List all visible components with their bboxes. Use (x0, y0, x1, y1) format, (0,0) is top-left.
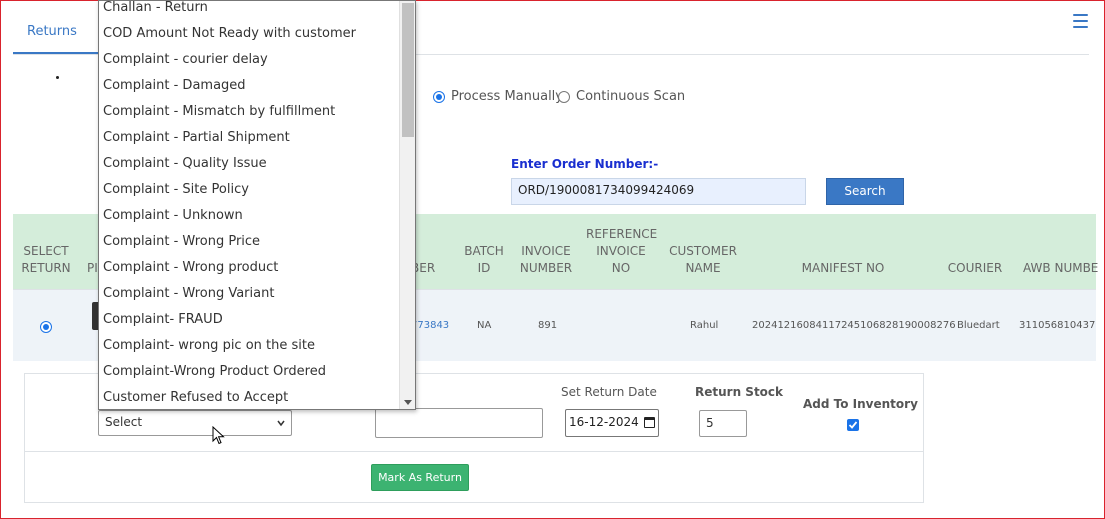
radio-unselected-icon[interactable] (558, 90, 570, 103)
dropdown-option[interactable]: Complaint - Site Policy (99, 177, 399, 203)
dropdown-option[interactable]: Complaint- FRAUD (99, 307, 399, 333)
th-batch-id: BATCH ID (464, 244, 504, 275)
radio-continuous-scan[interactable]: Continuous Scan (558, 89, 685, 104)
dropdown-option[interactable]: Complaint - Wrong Variant (99, 281, 399, 307)
td-invoice-number: 891 (538, 320, 558, 331)
radio-selected-icon[interactable] (433, 90, 445, 103)
dropdown-option[interactable]: Challan - Return (99, 1, 399, 21)
mouse-cursor-icon (212, 426, 225, 445)
chevron-down-icon (277, 420, 285, 427)
dropdown-options: Challan - Return COD Amount Not Ready wi… (99, 1, 399, 409)
td-courier: Bluedart (957, 320, 1000, 331)
td-number[interactable]: 773843 (411, 320, 449, 331)
return-reason-dropdown[interactable]: Challan - Return COD Amount Not Ready wi… (98, 0, 416, 410)
scroll-down-arrow-icon[interactable] (404, 400, 412, 405)
dropdown-option[interactable]: Complaint- wrong pic on the site (99, 333, 399, 359)
return-stock-input[interactable]: 5 (699, 410, 747, 437)
th-reference-invoice-no: REFERENCE INVOICE NO (586, 227, 658, 275)
dot-marker (56, 76, 59, 79)
dropdown-option[interactable]: Complaint - courier delay (99, 47, 399, 73)
scrollbar-thumb[interactable] (402, 3, 414, 137)
th-courier: COURIER (947, 261, 1003, 275)
search-button[interactable]: Search (826, 178, 904, 205)
select-value: Select (105, 415, 143, 429)
order-number-input[interactable]: ORD/1900081734099424069 (511, 178, 806, 205)
checkmark-icon (848, 421, 858, 429)
dropdown-option[interactable]: Complaint - Damaged (99, 73, 399, 99)
return-reason-select[interactable]: Select (98, 410, 292, 436)
dropdown-scrollbar[interactable] (399, 1, 415, 409)
panel-divider (24, 451, 924, 452)
th-select-return: SELECT RETURN (21, 244, 71, 275)
radio-label: Process Manually (451, 89, 563, 104)
th-manifest-no: MANIFEST NO (801, 261, 885, 275)
th-customer-name: CUSTOMER NAME (669, 244, 737, 275)
dropdown-option[interactable]: Complaint-Wrong Product Ordered (99, 359, 399, 385)
dropdown-option[interactable]: COD Amount Not Ready with customer (99, 21, 399, 47)
remarks-textarea[interactable] (375, 408, 543, 438)
dropdown-option[interactable]: Complaint - Quality Issue (99, 151, 399, 177)
radio-process-manually[interactable]: Process Manually (433, 89, 563, 104)
td-awb-number: 31105681043775 (1019, 320, 1096, 331)
td-customer-name: Rahul (690, 320, 719, 331)
return-stock-label: Return Stock (695, 385, 784, 399)
dropdown-option[interactable]: Complaint - Wrong Price (99, 229, 399, 255)
dropdown-option[interactable]: Complaint - Mismatch by fulfillment (99, 99, 399, 125)
td-manifest-no: 20241216084117245106828190008276 (752, 320, 956, 331)
dropdown-option[interactable]: Complaint - Unknown (99, 203, 399, 229)
menu-icon[interactable] (1073, 14, 1088, 28)
date-value: 16-12-2024 (569, 415, 639, 429)
order-number-label: Enter Order Number:- (511, 157, 659, 171)
return-date-input[interactable]: 16-12-2024 (565, 409, 659, 437)
dropdown-option[interactable]: Complaint - Wrong product (99, 255, 399, 281)
dropdown-option[interactable]: Customer Refused to Accept (99, 385, 399, 409)
td-batch-id: NA (477, 320, 492, 331)
tab-returns[interactable]: Returns (27, 24, 77, 39)
dropdown-option[interactable]: Complaint - Partial Shipment (99, 125, 399, 151)
add-to-inventory-label: Add To Inventory (803, 397, 918, 411)
add-to-inventory-checkbox[interactable] (847, 419, 859, 431)
radio-label: Continuous Scan (576, 89, 686, 104)
th-invoice-number: INVOICE NUMBER (519, 244, 573, 275)
set-return-date-label: Set Return Date (561, 385, 657, 399)
th-awb-number: AWB NUMBE (1023, 261, 1099, 275)
select-return-radio[interactable] (40, 321, 52, 333)
calendar-icon[interactable] (644, 417, 655, 428)
mark-as-return-button[interactable]: Mark As Return (371, 464, 469, 491)
